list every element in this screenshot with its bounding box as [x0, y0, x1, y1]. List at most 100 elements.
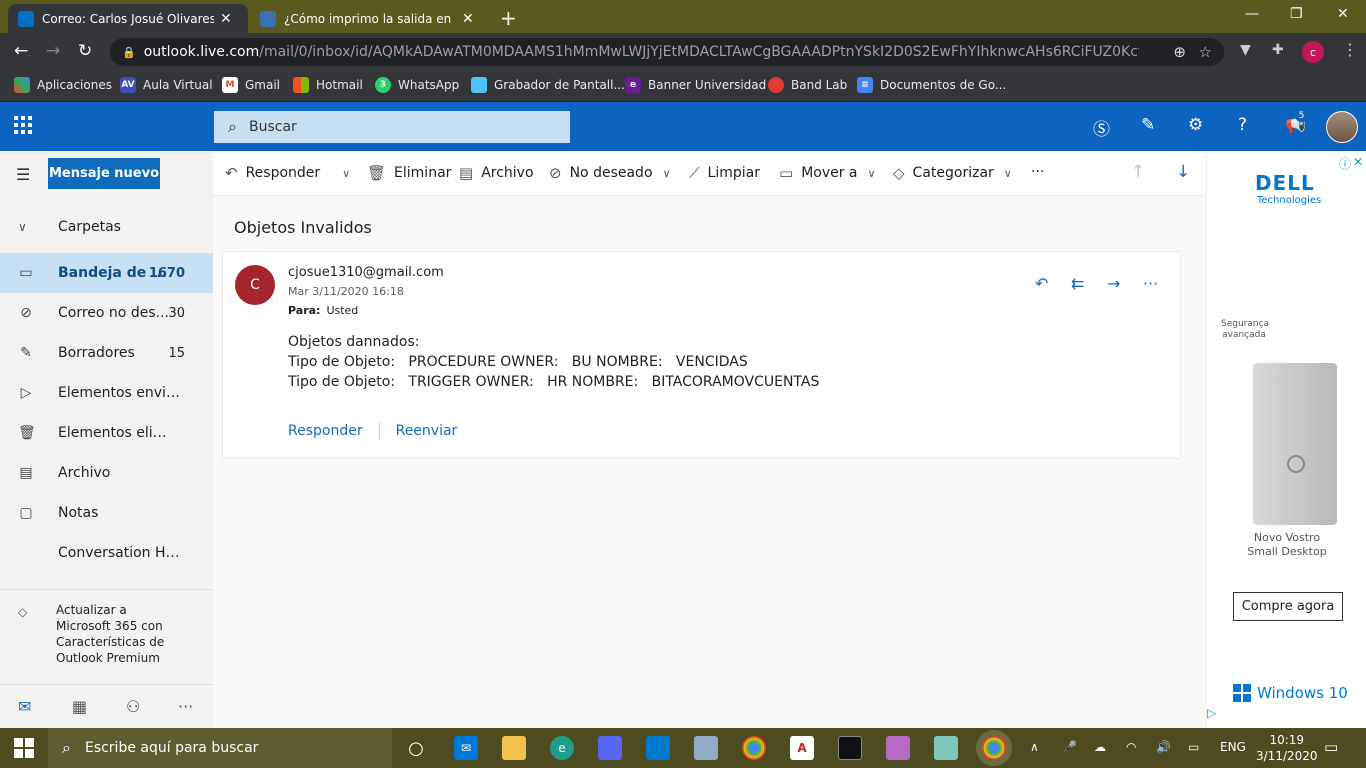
people-icon[interactable]: ⚇ — [126, 697, 140, 716]
tray-overflow-icon[interactable]: ∧ — [1030, 740, 1039, 754]
bookmark-whatsapp[interactable]: 3 WhatsApp — [375, 77, 459, 93]
settings-gear-icon[interactable]: ⚙ — [1188, 115, 1203, 135]
tab-outlook[interactable]: Correo: Carlos Josué Olivares Ma ✕ — [8, 4, 248, 33]
folder-drafts[interactable]: ✎ Borradores 15 — [0, 333, 213, 373]
bookmark-apps[interactable]: Aplicaciones — [14, 77, 112, 93]
windows-start-icon[interactable] — [14, 738, 34, 758]
search-input[interactable]: ⌕ Buscar — [214, 111, 570, 143]
profile-avatar[interactable]: c — [1302, 41, 1324, 63]
bookmark-banner[interactable]: e Banner Universidad — [625, 77, 766, 93]
reply-all-icon[interactable]: ⇇ — [1071, 274, 1084, 293]
bookmark-docs[interactable]: ≡ Documentos de Go... — [857, 77, 1006, 93]
close-icon[interactable]: ✕ — [462, 11, 474, 27]
file-explorer-icon[interactable] — [502, 736, 526, 760]
edge-icon[interactable]: e — [550, 736, 574, 760]
user-avatar[interactable] — [1326, 111, 1358, 143]
forward-icon[interactable]: → — [46, 41, 60, 61]
adchoices-icon[interactable]: ▷ — [1207, 706, 1216, 720]
tab-question[interactable]: ¿Cómo imprimo la salida en una ✕ — [250, 4, 490, 33]
puzzle-icon[interactable]: ✚ — [1272, 42, 1284, 58]
folder-notes[interactable]: ▢ Notas — [0, 493, 213, 533]
move-to-button[interactable]: ▭ Mover a ∨ — [779, 164, 876, 182]
app-launcher-icon[interactable] — [14, 116, 32, 134]
folder-sent[interactable]: ▷ Elementos enviad... — [0, 373, 213, 413]
forward-icon[interactable]: → — [1107, 274, 1120, 293]
mail-icon[interactable]: ✉ — [18, 697, 31, 716]
minimize-icon[interactable]: — — [1245, 6, 1259, 22]
delete-button[interactable]: 🗑 Eliminar — [367, 164, 451, 182]
folder-junk[interactable]: ⊘ Correo no des... 30 — [0, 293, 213, 333]
new-tab-button[interactable]: + — [500, 6, 517, 30]
vscode-icon[interactable] — [646, 736, 670, 760]
reply-icon[interactable]: ↶ — [1035, 274, 1048, 293]
folder-deleted[interactable]: 🗑 Elementos elimin... — [0, 413, 213, 453]
bookmark-star-icon[interactable]: ☆ — [1199, 43, 1212, 61]
ad-close-icon[interactable]: ✕ — [1353, 155, 1363, 169]
bookmark-aula[interactable]: AV Aula Virtual — [120, 77, 213, 93]
wifi-icon[interactable]: ◠ — [1126, 740, 1136, 754]
help-icon[interactable]: ? — [1238, 115, 1247, 135]
categorize-button[interactable]: ◇ Categorizar ∨ — [893, 164, 1012, 182]
skype-icon[interactable]: Ⓢ — [1093, 115, 1110, 140]
upgrade-premium-link[interactable]: ◇ Actualizar a Microsoft 365 con Caracte… — [0, 589, 213, 666]
close-window-icon[interactable]: ✕ — [1337, 6, 1349, 22]
new-message-button[interactable]: Mensaje nuevo — [48, 158, 160, 189]
back-icon[interactable]: ← — [14, 41, 28, 61]
advertisement-pane[interactable]: ⓘ ✕ DELL Technologies Segurança avançada… — [1206, 151, 1366, 728]
reply-link[interactable]: Responder — [288, 423, 363, 439]
microphone-icon[interactable]: 🎤 — [1062, 740, 1077, 754]
junk-button[interactable]: ⊘ No deseado ∨ — [549, 164, 671, 182]
language-indicator[interactable]: ENG — [1220, 740, 1246, 754]
chrome-profile-icon[interactable] — [976, 730, 1012, 766]
more-options-icon[interactable]: ··· — [1143, 274, 1158, 293]
chevron-down-icon[interactable]: ∨ — [868, 167, 876, 180]
buy-now-button[interactable]: Compre agora — [1233, 592, 1343, 621]
bookmark-gmail[interactable]: M Gmail — [222, 77, 280, 93]
volume-icon[interactable]: 🔊 — [1156, 740, 1171, 754]
reload-icon[interactable]: ↻ — [78, 41, 92, 61]
archive-button[interactable]: ▤ Archivo — [459, 164, 534, 182]
notes-app-icon[interactable] — [934, 736, 958, 760]
url-field[interactable]: 🔒 outlook.live.com/mail/0/inbox/id/AQMkA… — [110, 38, 1224, 66]
terminal-icon[interactable] — [838, 736, 862, 760]
reply-button[interactable]: ↶ Responder ∨ — [225, 164, 350, 182]
folder-inbox[interactable]: ▭ Bandeja de ... 1670 — [0, 253, 213, 293]
chrome-icon[interactable] — [742, 736, 766, 760]
bookmark-hotmail[interactable]: Hotmail — [293, 77, 363, 93]
onedrive-icon[interactable]: ☁ — [1094, 740, 1106, 754]
calendar-icon[interactable]: ▦ — [72, 697, 87, 716]
mail-app-icon[interactable]: ✉ — [454, 736, 478, 760]
ad-info-icon[interactable]: ⓘ — [1339, 155, 1351, 172]
notification-center-icon[interactable]: ▭ — [1324, 738, 1338, 756]
sender-email[interactable]: cjosue1310@gmail.com — [288, 265, 444, 280]
folder-conversation-history[interactable]: Conversation Hist... — [0, 533, 213, 573]
virtualbox-icon[interactable] — [694, 736, 718, 760]
clock[interactable]: 10:19 3/11/2020 — [1256, 732, 1318, 764]
bookmark-recorder[interactable]: Grabador de Pantall... — [471, 77, 625, 93]
oracle-app-icon[interactable]: A — [790, 736, 814, 760]
install-icon[interactable]: ⊕ — [1173, 43, 1186, 61]
taskbar-search[interactable]: ⌕ Escribe aquí para buscar — [48, 728, 392, 768]
chevron-down-icon[interactable]: ∨ — [1004, 167, 1012, 180]
sender-avatar[interactable]: C — [235, 265, 275, 305]
sweep-button[interactable]: ⟋ Limpiar — [689, 164, 760, 182]
task-view-icon[interactable]: ○ — [404, 736, 428, 760]
extension-v-icon[interactable]: ▼ — [1240, 42, 1251, 58]
chevron-down-icon[interactable]: ∨ — [342, 167, 350, 180]
sql-tool-icon[interactable] — [886, 736, 910, 760]
hamburger-menu-icon[interactable]: ☰ — [16, 165, 30, 184]
maximize-icon[interactable]: ❐ — [1290, 6, 1303, 22]
discord-icon[interactable] — [598, 736, 622, 760]
menu-icon[interactable]: ⋮ — [1342, 40, 1358, 59]
close-icon[interactable]: ✕ — [220, 11, 232, 27]
arrow-up-icon[interactable]: ↑ — [1131, 162, 1145, 182]
battery-icon[interactable]: ▭ — [1188, 740, 1199, 754]
folder-archive[interactable]: ▤ Archivo — [0, 453, 213, 493]
more-apps-icon[interactable]: ··· — [178, 697, 193, 716]
folders-header[interactable]: ∨ Carpetas — [0, 207, 213, 247]
bookmark-bandlab[interactable]: Band Lab — [768, 77, 847, 93]
forward-link[interactable]: Reenviar — [396, 423, 458, 439]
chevron-down-icon[interactable]: ∨ — [663, 167, 671, 180]
arrow-down-icon[interactable]: ↓ — [1176, 162, 1190, 182]
more-actions-button[interactable]: ··· — [1031, 164, 1044, 180]
